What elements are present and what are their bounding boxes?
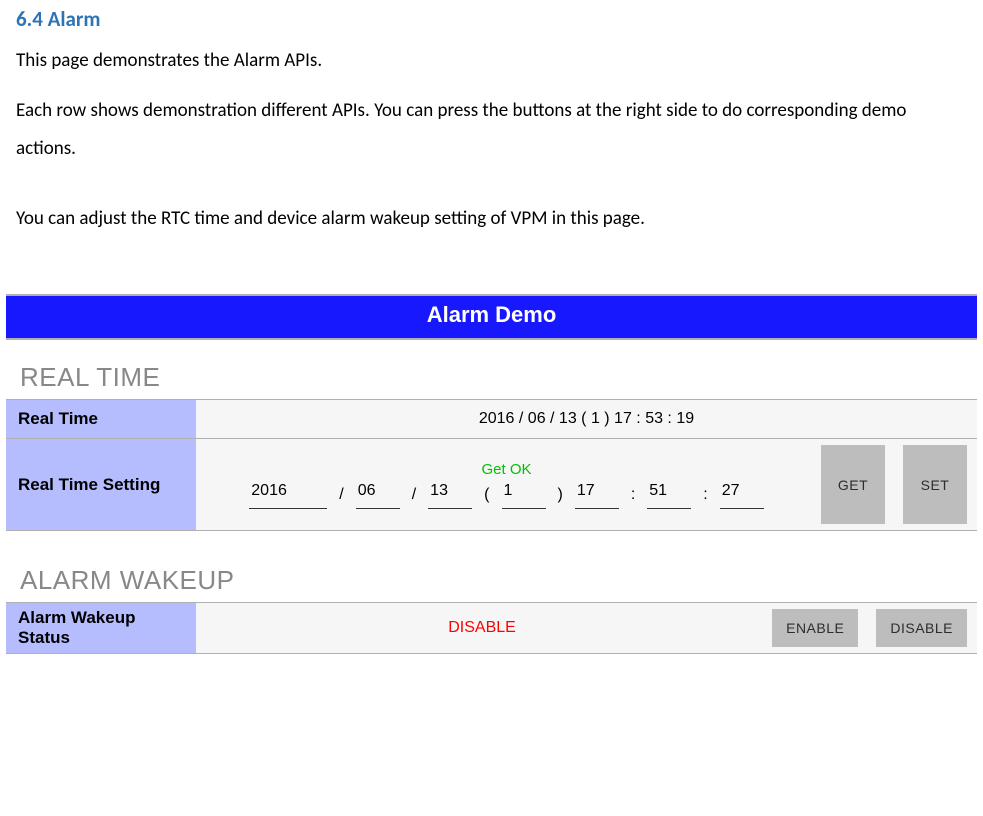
real-time-setting-status: Get OK <box>481 461 531 478</box>
real-time-value: 2016 / 06 / 13 ( 1 ) 17 : 53 : 19 <box>196 400 977 438</box>
row-real-time: Real Time 2016 / 06 / 13 ( 1 ) 17 : 53 :… <box>6 399 977 439</box>
section-header-realtime: REAL TIME <box>6 340 977 399</box>
intro-paragraph-2: Each row shows demonstration different A… <box>0 86 983 174</box>
real-time-setting-body: Get OK 2016 / 06 / 13 ( 1 ) 17 : 51 : 27 <box>196 439 817 530</box>
row-label-alarm-wakeup-status: Alarm Wakeup Status <box>6 603 196 653</box>
alarm-wakeup-status-value: DISABLE <box>196 603 768 653</box>
weekday-field[interactable]: 1 <box>502 482 546 509</box>
hour-field[interactable]: 17 <box>575 482 619 509</box>
row-label-real-time-setting: Real Time Setting <box>6 439 196 530</box>
row-alarm-wakeup-status: Alarm Wakeup Status DISABLE ENABLE DISAB… <box>6 602 977 654</box>
set-button[interactable]: SET <box>903 445 967 524</box>
intro-paragraph-1: This page demonstrates the Alarm APIs. <box>0 36 983 86</box>
row-real-time-setting: Real Time Setting Get OK 2016 / 06 / 13 … <box>6 439 977 531</box>
real-time-setting-fields: 2016 / 06 / 13 ( 1 ) 17 : 51 : 27 <box>247 482 765 509</box>
year-field[interactable]: 2016 <box>249 482 327 509</box>
section-header-alarm-wakeup: ALARM WAKEUP <box>6 531 977 602</box>
month-field[interactable]: 06 <box>356 482 400 509</box>
get-button[interactable]: GET <box>821 445 885 524</box>
enable-button[interactable]: ENABLE <box>772 609 858 647</box>
second-field[interactable]: 27 <box>720 482 764 509</box>
real-time-setting-actions: GET SET <box>817 439 977 530</box>
disable-button[interactable]: DISABLE <box>876 609 967 647</box>
demo-title: Alarm Demo <box>6 294 977 340</box>
day-field[interactable]: 13 <box>428 482 472 509</box>
alarm-wakeup-actions: ENABLE DISABLE <box>768 603 977 653</box>
section-heading: 6.4 Alarm <box>0 0 983 36</box>
row-label-real-time: Real Time <box>6 400 196 438</box>
alarm-demo-screenshot: Alarm Demo REAL TIME Real Time 2016 / 06… <box>6 294 977 654</box>
intro-paragraph-3: You can adjust the RTC time and device a… <box>0 194 983 244</box>
minute-field[interactable]: 51 <box>647 482 691 509</box>
